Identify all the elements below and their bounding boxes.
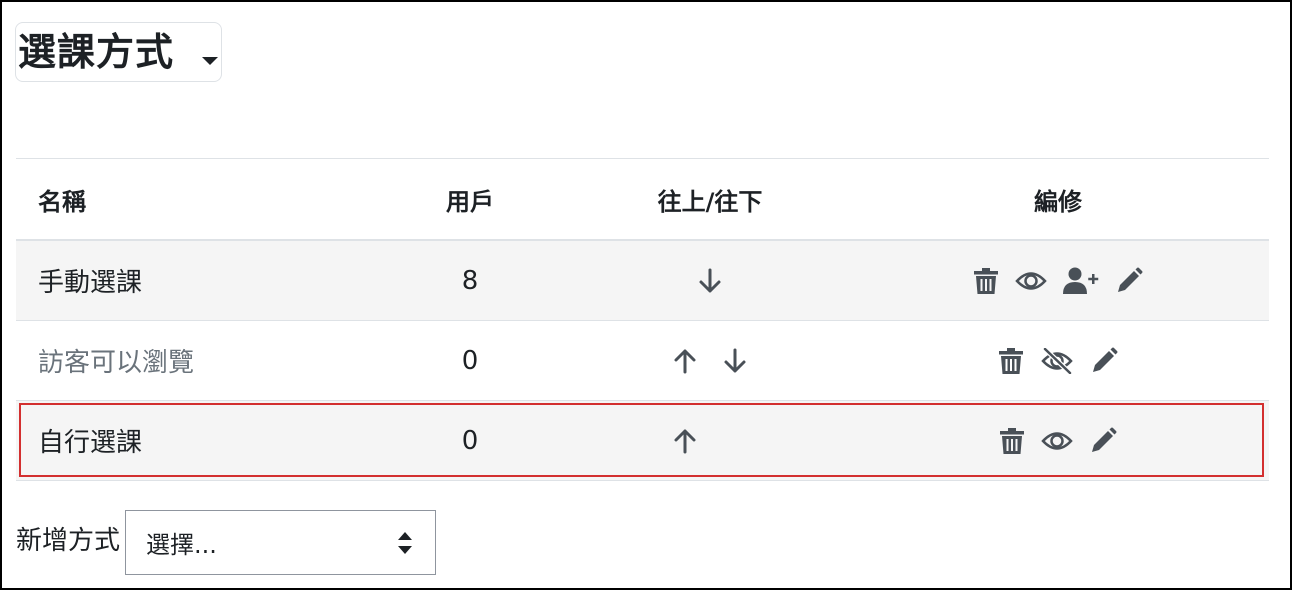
arrow-down-icon[interactable] [698,268,722,294]
user-count: 0 [461,345,479,376]
header-name: 名稱 [38,187,86,216]
select-value: 選擇... [146,531,217,559]
eye-icon[interactable] [1015,270,1047,292]
caret-down-icon [202,57,218,65]
trash-icon[interactable] [973,267,999,295]
table-row: 訪客可以瀏覽 0 [16,321,1269,401]
pencil-icon[interactable] [1115,267,1143,295]
header-users: 用戶 [446,187,494,216]
arrow-up-icon[interactable] [673,428,697,454]
page-title-dropdown[interactable]: 選課方式 [15,22,222,82]
method-name: 自行選課 [38,428,143,458]
pencil-icon[interactable] [1089,427,1117,455]
eye-icon[interactable] [1041,430,1073,452]
table-header-row: 名稱 用戶 往上/往下 編修 [16,159,1269,241]
enrolment-methods-table: 名稱 用戶 往上/往下 編修 手動選課 8 訪客可以瀏覽 0 自行選課 0 [16,158,1269,481]
table-row: 自行選課 0 [16,401,1269,481]
arrow-up-icon[interactable] [673,348,697,374]
eye-slash-icon[interactable] [1040,347,1074,374]
method-name: 訪客可以瀏覽 [38,348,195,378]
user-count: 8 [461,265,479,296]
table-row: 手動選課 8 [16,241,1269,321]
header-edit: 編修 [1034,187,1082,216]
page-title: 選課方式 [18,30,175,74]
trash-icon[interactable] [998,347,1024,375]
header-updown: 往上/往下 [657,187,763,216]
arrow-down-icon[interactable] [723,348,747,374]
sort-arrows-icon [397,531,413,559]
trash-icon[interactable] [999,427,1025,455]
user-count: 0 [461,425,479,456]
user-plus-icon[interactable] [1063,267,1099,295]
pencil-icon[interactable] [1090,347,1118,375]
method-name: 手動選課 [38,268,143,298]
add-method-select[interactable]: 選擇... [125,510,436,575]
add-method-label: 新增方式 [16,526,121,556]
